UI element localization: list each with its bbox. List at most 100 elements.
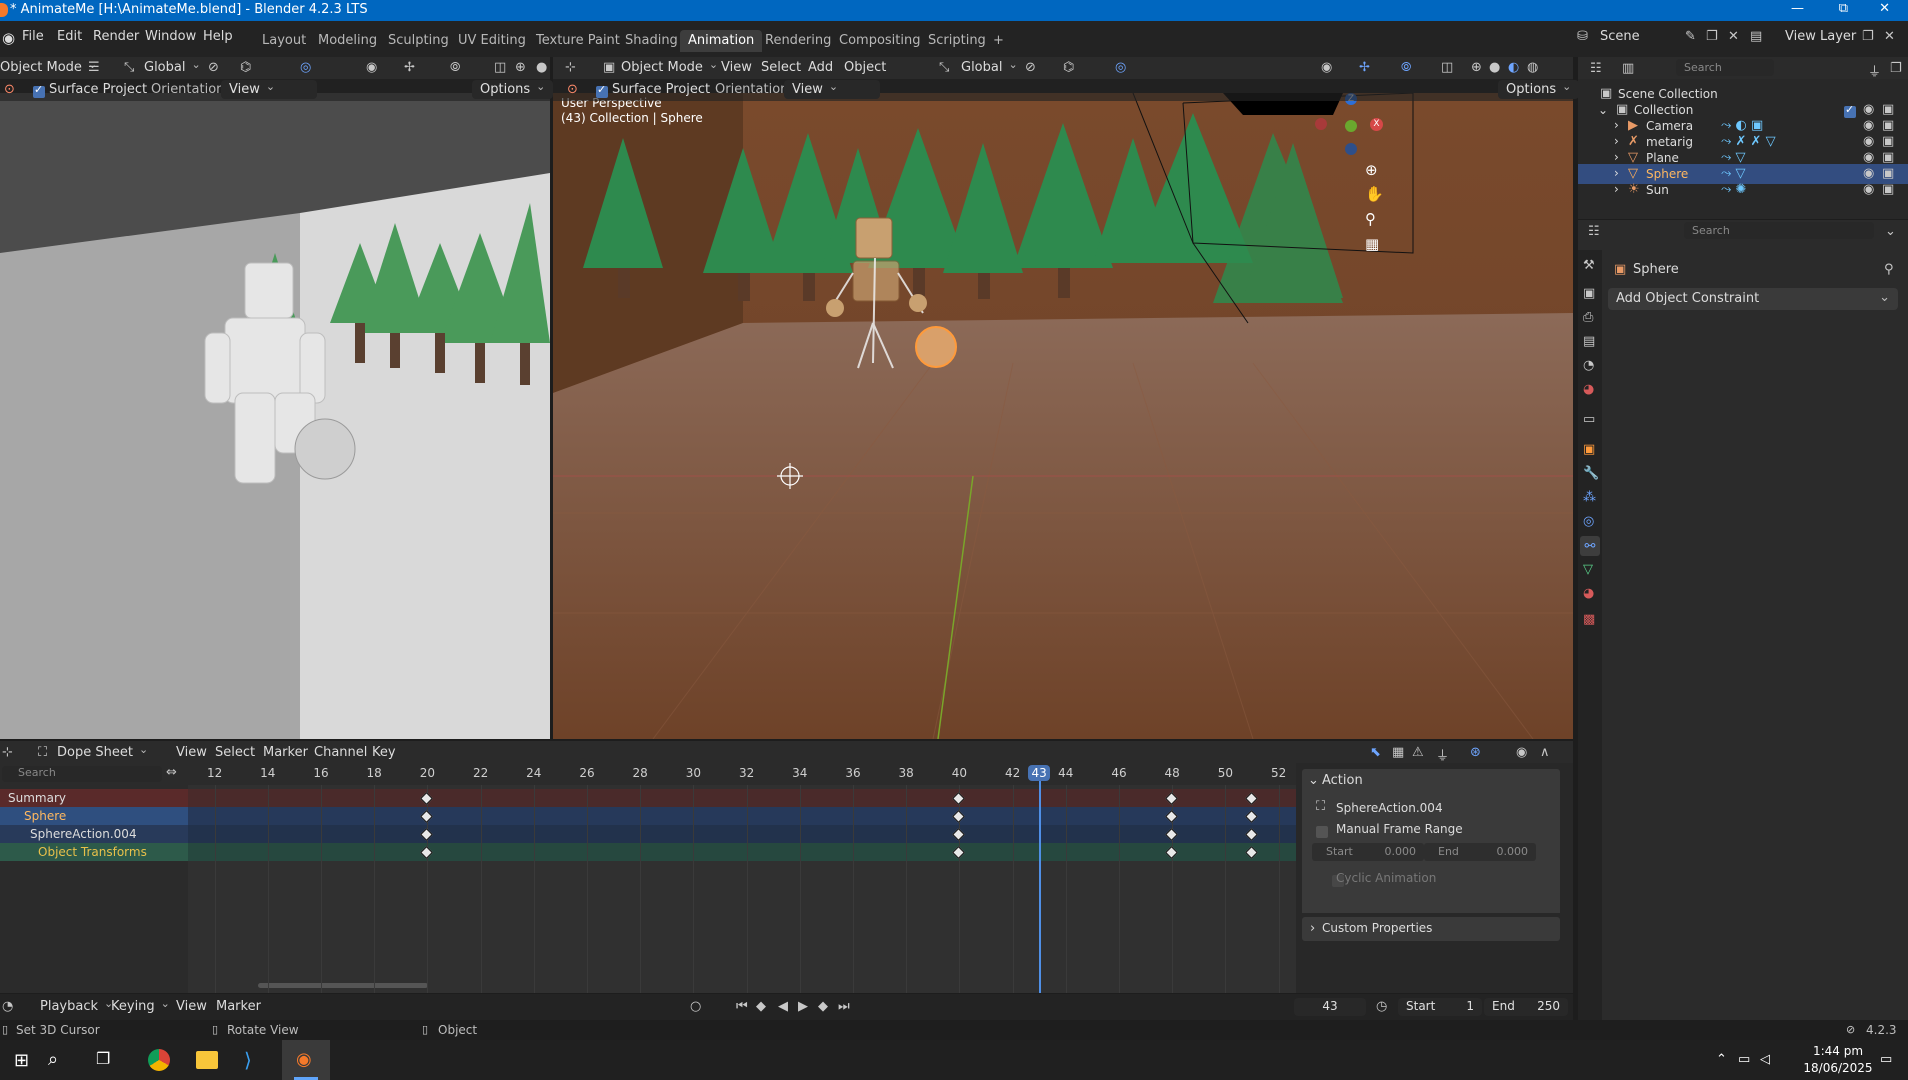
start-frame-input[interactable]: Start 1 xyxy=(1398,998,1482,1016)
eye-icon[interactable]: ◉ xyxy=(1863,182,1874,197)
channel-summary[interactable]: Summary xyxy=(0,789,188,807)
playhead-line[interactable] xyxy=(1039,781,1042,993)
tab-texture-paint[interactable]: Texture Paint xyxy=(528,30,628,52)
eye-icon[interactable]: ◉ xyxy=(1863,134,1874,149)
tab-shading[interactable]: Shading xyxy=(617,30,686,52)
left-viewport[interactable] xyxy=(0,93,550,739)
eye-icon[interactable]: ◉ xyxy=(1863,102,1874,117)
menu-edit[interactable]: Edit xyxy=(57,29,82,44)
dope-menu-view[interactable]: View xyxy=(176,745,207,760)
transform-orientation-selector[interactable]: Global xyxy=(144,60,201,75)
main-pivot-icon[interactable]: ⊘ xyxy=(1025,60,1036,75)
main-solid-icon[interactable]: ● xyxy=(1489,60,1500,75)
camera-render-icon[interactable]: ▣ xyxy=(1882,134,1894,149)
main-proportional-icon[interactable]: ◎ xyxy=(1115,60,1126,75)
falloff-icon[interactable]: ∧ xyxy=(1540,745,1550,760)
main-wireframe-icon[interactable]: ⊕ xyxy=(1471,60,1482,75)
windows-start-icon[interactable]: ⊞ xyxy=(14,1050,29,1071)
delete-view-layer-icon[interactable]: ✕ xyxy=(1884,29,1895,44)
dope-menu-key[interactable]: Key xyxy=(372,745,396,760)
camera-render-icon[interactable]: ▣ xyxy=(1882,102,1894,117)
jump-end-icon[interactable]: ⏭ xyxy=(838,999,850,1014)
tab-scripting[interactable]: Scripting xyxy=(920,30,994,52)
main-menu-view[interactable]: View xyxy=(721,60,752,75)
modifier-tab-icon[interactable]: 🔧 xyxy=(1583,466,1599,481)
new-collection-icon[interactable]: ❐ xyxy=(1890,61,1902,76)
current-frame-indicator[interactable]: 43 xyxy=(1028,765,1051,781)
expand-chevron-icon[interactable]: › xyxy=(1614,150,1619,164)
orientation-selector[interactable]: View xyxy=(221,80,317,99)
dope-filter-icon[interactable]: ⏚ xyxy=(1436,745,1449,764)
data-tab-icon[interactable]: ▽ xyxy=(1583,562,1593,577)
new-scene-icon[interactable]: ❐ xyxy=(1706,29,1718,44)
channel-sphere-action[interactable]: SphereAction.004 xyxy=(0,825,188,843)
main-menu-select[interactable]: Select xyxy=(761,60,801,75)
scene-tab-icon[interactable]: ◔ xyxy=(1583,358,1594,373)
dope-menu-select[interactable]: Select xyxy=(215,745,255,760)
menu-file[interactable]: File xyxy=(22,29,44,44)
maximize-button[interactable]: ⧉ xyxy=(1839,1,1848,16)
dope-mode-selector[interactable]: Dope Sheet xyxy=(57,745,148,760)
snap-icon[interactable]: ⌬ xyxy=(240,60,251,75)
display-mode-icon[interactable]: ▥ xyxy=(1622,61,1634,76)
perspective-toggle-icon[interactable]: ▦ xyxy=(1365,235,1379,253)
texture-tab-icon[interactable]: ▩ xyxy=(1583,612,1595,627)
main-overlay-icon[interactable]: ⦾ xyxy=(1401,60,1411,75)
eye-icon[interactable]: ◉ xyxy=(1863,150,1874,165)
editor-type-icon[interactable]: ⊹ xyxy=(565,60,576,75)
play-reverse-icon[interactable]: ◀ xyxy=(778,999,788,1014)
network-icon[interactable]: ▭ xyxy=(1738,1052,1750,1067)
tray-overflow-icon[interactable]: ⌃ xyxy=(1716,1052,1727,1067)
close-button[interactable]: ✕ xyxy=(1879,1,1890,16)
action-panel-header[interactable]: ⌄ Action xyxy=(1302,769,1560,793)
surface-project-checkbox[interactable] xyxy=(33,83,45,98)
xray-icon[interactable]: ◫ xyxy=(494,60,506,75)
end-frame-field[interactable]: End 0.000 xyxy=(1424,843,1536,861)
tab-uv-editing[interactable]: UV Editing xyxy=(450,30,534,52)
world-tab-icon[interactable]: ◕ xyxy=(1583,382,1594,397)
tab-modeling[interactable]: Modeling xyxy=(310,30,385,52)
keying-menu[interactable]: Keying xyxy=(111,999,170,1014)
overlay-icon[interactable]: ⦾ xyxy=(450,60,460,75)
tab-animation[interactable]: Animation xyxy=(680,30,763,52)
swap-icon[interactable]: ⇔ xyxy=(166,765,177,780)
main-mode-selector[interactable]: Object Mode xyxy=(621,60,718,75)
taskbar-date[interactable]: 18/06/2025 xyxy=(1788,1061,1888,1075)
pin-icon[interactable]: ✎ xyxy=(1685,29,1696,44)
notifications-icon[interactable]: ▭ xyxy=(1880,1052,1892,1067)
tab-rendering[interactable]: Rendering xyxy=(757,30,839,52)
expand-chevron-icon[interactable]: › xyxy=(1614,182,1619,196)
taskbar-search-icon[interactable]: ⌕ xyxy=(48,1049,58,1070)
playback-menu[interactable]: Playback xyxy=(40,999,113,1014)
delete-scene-icon[interactable]: ✕ xyxy=(1728,29,1739,44)
main-options-button[interactable]: Options xyxy=(1498,80,1580,99)
only-selected-icon[interactable]: ⬉ xyxy=(1370,745,1381,760)
channel-object-transforms[interactable]: Object Transforms xyxy=(0,843,188,861)
auto-keying-icon[interactable]: ○ xyxy=(690,999,701,1014)
end-frame-input[interactable]: End 250 xyxy=(1484,998,1568,1016)
options-button[interactable]: Options xyxy=(472,80,554,99)
taskbar-time[interactable]: 1:44 pm xyxy=(1798,1044,1878,1058)
timeline-editor-type-icon[interactable]: ◔ xyxy=(2,999,13,1014)
outliner-search-input[interactable]: Search xyxy=(1676,59,1774,76)
timeline-view-menu[interactable]: View xyxy=(176,999,207,1014)
vscode-icon[interactable]: ⟩ xyxy=(244,1048,252,1072)
volume-icon[interactable]: ◁ xyxy=(1760,1052,1770,1067)
properties-search-input[interactable]: Search xyxy=(1684,222,1874,239)
material-tab-icon[interactable]: ◕ xyxy=(1583,586,1594,601)
pivot-icon[interactable]: ⊘ xyxy=(208,60,219,75)
gizmo-y-axis[interactable] xyxy=(1345,120,1357,132)
constraint-tab-icon[interactable]: ⚯ xyxy=(1580,536,1600,556)
physics-tab-icon[interactable]: ◎ xyxy=(1583,514,1594,529)
channel-search-input[interactable]: Search xyxy=(2,766,162,782)
gizmo-icon[interactable]: ✢ xyxy=(404,60,415,75)
gizmo-neg-x-axis[interactable] xyxy=(1315,118,1327,130)
view-layer-selector[interactable]: View Layer xyxy=(1785,29,1856,44)
main-gizmo-icon[interactable]: ✢ xyxy=(1359,60,1370,75)
collection-tab-icon[interactable]: ▭ xyxy=(1583,412,1595,427)
expand-chevron-icon[interactable]: › xyxy=(1614,118,1619,132)
expand-chevron-icon[interactable]: › xyxy=(1614,134,1619,148)
properties-pin-icon[interactable]: ⚲ xyxy=(1884,262,1894,277)
eye-icon[interactable]: ◉ xyxy=(1863,166,1874,181)
main-xray-icon[interactable]: ◫ xyxy=(1441,60,1453,75)
